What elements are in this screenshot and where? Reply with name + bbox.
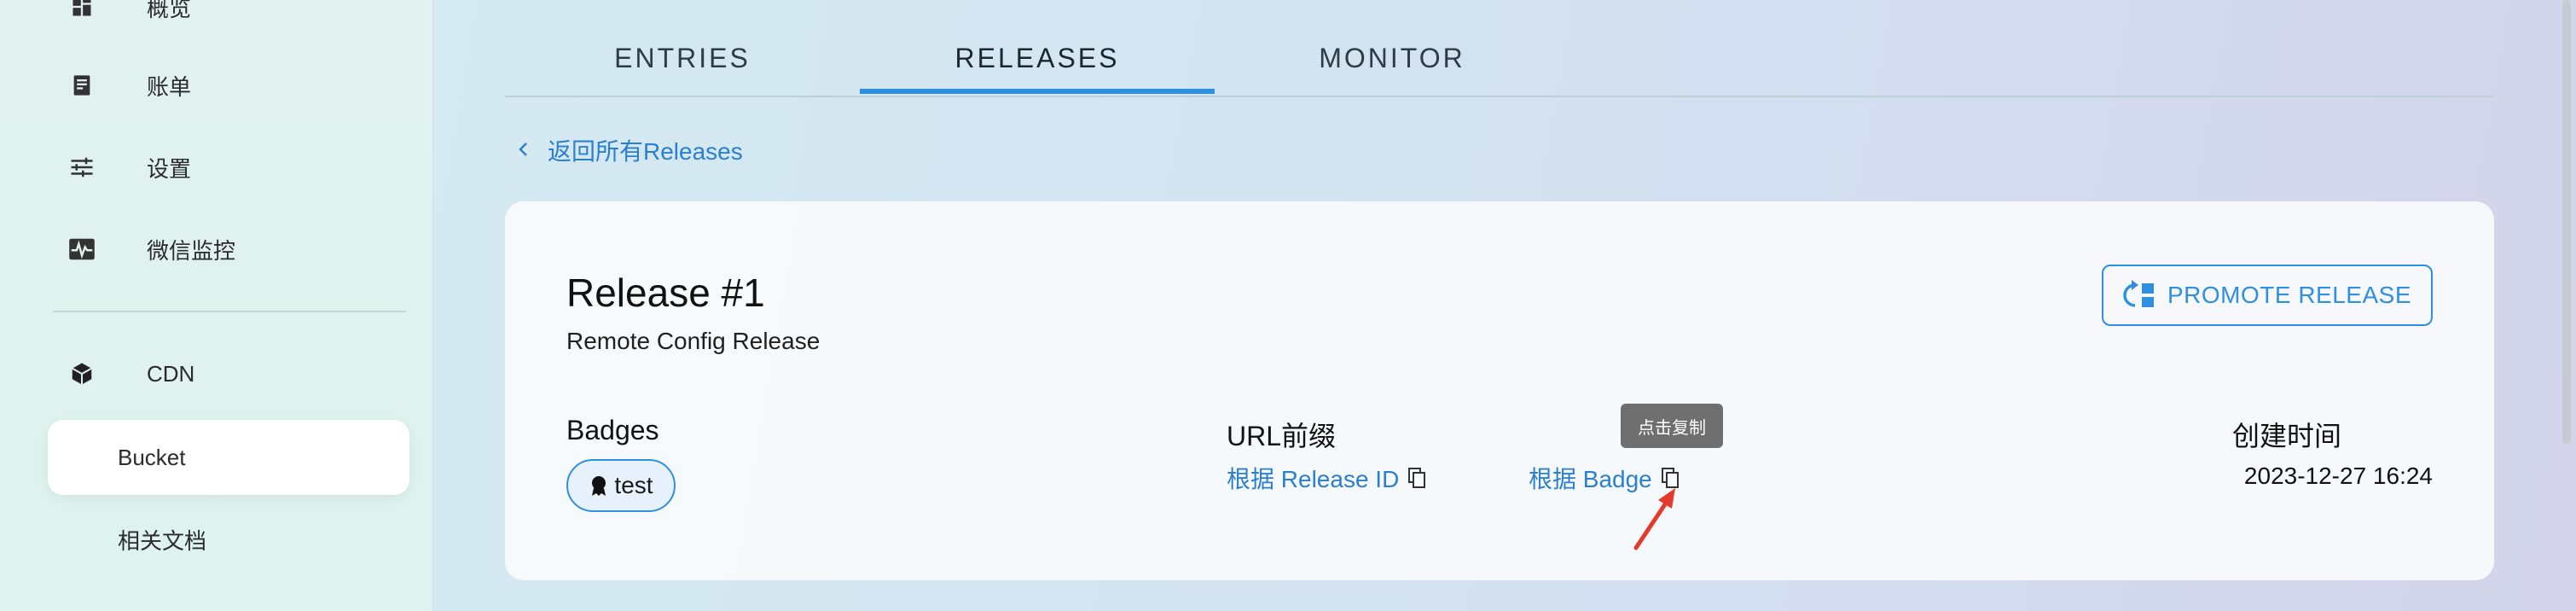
tab-bar: ENTRIES RELEASES MONITOR (505, 0, 2494, 97)
promote-release-button[interactable]: PROMOTE RELEASE (2102, 265, 2433, 326)
sidebar-item-label: 设置 (147, 155, 192, 182)
copy-url-by-release-id-link[interactable]: 根据 Release ID (1227, 459, 1426, 497)
badges-heading: Badges (566, 415, 659, 445)
url-by-release-id-label: 根据 Release ID (1227, 466, 1400, 492)
tab-releases[interactable]: RELEASES (860, 20, 1215, 96)
sidebar-item-bill[interactable]: 账单 (48, 48, 409, 123)
release-title: Release #1 (566, 271, 765, 315)
bill-icon (67, 70, 97, 101)
url-prefix-heading: URL前缀 (1227, 421, 1337, 451)
sidebar: 概览 账单 设置 微信监控 CDN Bucket 相关文档 (0, 0, 433, 611)
sidebar-item-settings[interactable]: 设置 (48, 130, 409, 205)
created-time-heading: 创建时间 (2232, 421, 2342, 451)
sidebar-item-docs[interactable]: 相关文档 (48, 502, 409, 577)
monitor-pulse-icon (67, 234, 97, 265)
back-link-label: 返回所有Releases (548, 138, 743, 165)
badge-seal-icon (589, 474, 609, 497)
active-tab-indicator (860, 89, 1215, 94)
sidebar-item-label: Bucket (118, 444, 186, 470)
page-scrollbar[interactable] (2562, 0, 2571, 611)
tab-monitor[interactable]: MONITOR (1215, 20, 1569, 96)
chevron-left-icon (517, 136, 529, 165)
created-time-value: 2023-12-27 16:24 (2243, 463, 2433, 489)
sidebar-item-label: 概览 (147, 0, 192, 21)
sidebar-item-bucket[interactable]: Bucket (48, 420, 409, 495)
sidebar-item-label: 账单 (147, 73, 192, 100)
badge-label: test (614, 472, 653, 498)
copy-tooltip: 点击复制 (1621, 404, 1723, 448)
dashboard-icon (67, 0, 97, 22)
sidebar-item-wechat-monitor[interactable]: 微信监控 (48, 212, 409, 287)
sidebar-divider (53, 311, 406, 312)
copy-icon (1407, 467, 1426, 489)
sidebar-item-label: 微信监控 (147, 237, 236, 264)
annotation-arrow-icon (1633, 488, 1675, 550)
sliders-icon (67, 152, 97, 183)
release-subtitle: Remote Config Release (566, 328, 821, 354)
scrollbar-thumb[interactable] (2562, 0, 2571, 444)
sidebar-item-overview[interactable]: 概览 (48, 0, 409, 44)
tab-entries[interactable]: ENTRIES (505, 20, 860, 96)
promote-icon (2123, 280, 2157, 311)
cube-icon (67, 358, 97, 389)
badge-chip[interactable]: test (566, 459, 676, 512)
sidebar-item-cdn[interactable]: CDN (48, 336, 409, 411)
sidebar-item-label: 相关文档 (118, 527, 207, 554)
promote-release-label: PROMOTE RELEASE (2167, 282, 2411, 308)
sidebar-item-label: CDN (147, 360, 195, 387)
back-to-releases-link[interactable]: 返回所有Releases (517, 133, 743, 167)
release-card: Release #1 Remote Config Release PROMOTE… (505, 201, 2494, 580)
